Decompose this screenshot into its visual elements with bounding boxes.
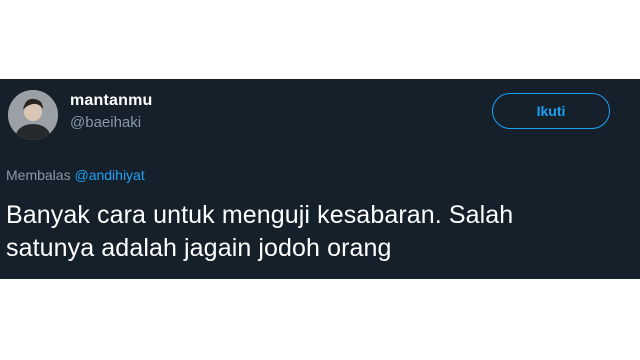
tweet-text-line-1: Banyak cara untuk menguji kesabaran. Sal… — [6, 201, 514, 229]
user-handle[interactable]: @baeihaki — [70, 114, 141, 131]
reply-context: Membalas @andihiyat — [6, 167, 145, 183]
profile-photo-icon — [8, 90, 58, 140]
tweet-card: mantanmu @baeihaki Ikuti Membalas @andih… — [0, 79, 640, 279]
reply-prefix: Membalas — [6, 167, 71, 183]
tweet-text-line-2: satunya adalah jagain jodoh orang — [6, 234, 392, 262]
tweet-text: Banyak cara untuk menguji kesabaran. Sal… — [6, 199, 631, 265]
follow-button[interactable]: Ikuti — [492, 93, 610, 129]
avatar[interactable] — [8, 90, 58, 140]
display-name[interactable]: mantanmu — [70, 92, 153, 110]
reply-mention-link[interactable]: @andihiyat — [74, 167, 144, 183]
